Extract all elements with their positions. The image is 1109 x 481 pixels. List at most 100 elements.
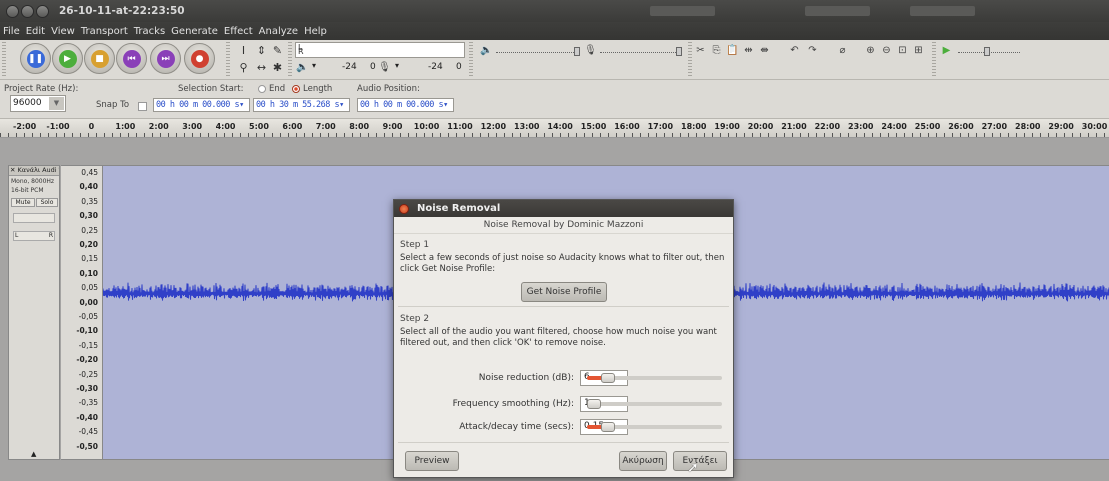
ruler-tick-label: 30:00 xyxy=(1081,122,1108,131)
menu-help[interactable]: Help xyxy=(304,26,327,37)
skip-end-button[interactable]: ⏭ xyxy=(150,43,181,74)
paste-icon[interactable]: 📋 xyxy=(726,44,739,57)
close-icon[interactable] xyxy=(399,203,409,214)
record-volume-slider[interactable] xyxy=(600,52,680,53)
ruler-tick-label: 17:00 xyxy=(647,122,674,131)
copy-icon[interactable]: ⎘ xyxy=(710,44,723,57)
project-rate-select[interactable]: 96000 ▼ xyxy=(10,95,66,112)
ruler-minor-ticks xyxy=(0,133,1109,137)
selection-length-input[interactable]: 00 h 30 m 55.268 s▾ xyxy=(253,98,350,112)
menu-effect[interactable]: Effect xyxy=(224,26,253,37)
toolbar-grip[interactable] xyxy=(2,42,6,78)
pan-right-label: R xyxy=(48,232,53,239)
project-rate-value: 96000 xyxy=(13,98,42,108)
step2-text: Select all of the audio you want filtere… xyxy=(400,327,717,348)
play-speed-knob[interactable] xyxy=(984,47,990,56)
menu-view[interactable]: View xyxy=(51,26,75,37)
ruler-tick-label: 7:00 xyxy=(315,122,336,131)
selection-start-value: 00 h 00 m 00.000 s xyxy=(156,100,240,110)
chevron-down-icon[interactable]: ▾ xyxy=(395,61,399,70)
snap-to-checkbox[interactable] xyxy=(138,102,147,111)
playback-volume-knob[interactable] xyxy=(574,47,580,56)
zoom-in-icon[interactable]: ⊕ xyxy=(864,44,877,57)
play-button[interactable]: ▶ xyxy=(52,43,83,74)
speaker-icon[interactable]: 🔈 xyxy=(296,61,309,74)
attack-decay-slider[interactable] xyxy=(587,422,722,432)
pause-button[interactable]: ❚❚ xyxy=(20,43,51,74)
vertical-ruler-label: -0,50 xyxy=(76,441,98,451)
toolbar-grip[interactable] xyxy=(226,42,230,78)
play-at-speed-icon[interactable]: ▶ xyxy=(940,44,953,57)
noise-reduction-slider[interactable] xyxy=(587,373,722,383)
get-noise-profile-button[interactable]: Get Noise Profile xyxy=(521,282,607,302)
stop-button[interactable]: ■ xyxy=(84,43,115,74)
trim-icon[interactable]: ⇹ xyxy=(742,44,755,57)
vertical-ruler-label: 0,35 xyxy=(81,196,98,206)
pan-slider[interactable]: L R xyxy=(13,231,55,241)
skip-start-button[interactable]: ⏮ xyxy=(116,43,147,74)
sync-lock-icon[interactable]: ⌀ xyxy=(836,44,849,57)
selection-start-input[interactable]: 00 h 00 m 00.000 s▾ xyxy=(153,98,250,112)
toolbar-grip[interactable] xyxy=(688,42,692,78)
title-bar-decoration xyxy=(910,6,975,16)
menu-generate[interactable]: Generate xyxy=(171,26,218,37)
audio-position-input[interactable]: 00 h 00 m 00.000 s▾ xyxy=(357,98,454,112)
redo-icon[interactable]: ↷ xyxy=(806,44,819,57)
ruler-tick-label: 13:00 xyxy=(514,122,540,131)
toolbar-grip[interactable] xyxy=(932,42,936,78)
record-button[interactable]: ● xyxy=(184,43,215,74)
snap-to-label: Snap To xyxy=(96,100,130,110)
zoom-tool-icon[interactable]: ⚲ xyxy=(236,60,251,75)
solo-button[interactable]: Solo xyxy=(36,198,58,207)
collapse-track-icon[interactable]: ▲ xyxy=(31,450,36,458)
track-name-menu[interactable]: ✕ Κανάλι Audi ▼ xyxy=(9,166,59,176)
end-label: End xyxy=(269,84,286,94)
menu-bar: File Edit View Transport Tracks Generate… xyxy=(0,22,1109,40)
menu-tracks[interactable]: Tracks xyxy=(134,26,165,37)
microphone-icon[interactable]: 🎙 xyxy=(378,61,391,74)
toolbar-grip[interactable] xyxy=(469,42,473,78)
close-window-button[interactable] xyxy=(6,4,19,18)
cut-icon[interactable]: ✂ xyxy=(694,44,707,57)
ruler-tick-label: 2:00 xyxy=(148,122,169,131)
timeline-ruler[interactable]: -2:00 -1:00 0 1:00 2:00 3:00 4:00 5:00 6:00 7:00 8… xyxy=(0,119,1109,138)
menu-edit[interactable]: Edit xyxy=(26,26,45,37)
playback-volume-slider[interactable] xyxy=(496,52,576,53)
multi-tool-icon[interactable]: ✱ xyxy=(270,60,285,75)
microphone-volume-icon: 🎙 xyxy=(584,45,597,56)
gain-slider[interactable] xyxy=(13,213,55,223)
meter-value: 0 xyxy=(370,62,376,72)
frequency-smoothing-slider[interactable] xyxy=(587,399,722,409)
menu-analyze[interactable]: Analyze xyxy=(259,26,298,37)
length-radio[interactable] xyxy=(292,85,300,93)
timeshift-tool-icon[interactable]: ↔ xyxy=(254,60,269,75)
frequency-smoothing-label: Frequency smoothing (Hz): xyxy=(452,399,574,409)
menu-transport[interactable]: Transport xyxy=(81,26,128,37)
noise-reduction-label: Noise reduction (dB): xyxy=(478,373,574,383)
selection-tool-icon[interactable]: I xyxy=(236,43,251,58)
maximize-window-button[interactable] xyxy=(36,4,49,18)
cancel-button[interactable]: Ακύρωση xyxy=(619,451,667,471)
draw-tool-icon[interactable]: ✎ xyxy=(270,43,285,58)
playback-meter-right[interactable]: R xyxy=(295,47,465,58)
zoom-out-icon[interactable]: ⊖ xyxy=(880,44,893,57)
silence-icon[interactable]: ⇼ xyxy=(758,44,771,57)
minimize-window-button[interactable] xyxy=(21,4,34,18)
fit-selection-icon[interactable]: ⊡ xyxy=(896,44,909,57)
preview-button[interactable]: Preview xyxy=(405,451,459,471)
ruler-tick-label: 9:00 xyxy=(382,122,403,131)
record-volume-knob[interactable] xyxy=(676,47,682,56)
menu-file[interactable]: File xyxy=(3,26,20,37)
chevron-down-icon[interactable]: ▾ xyxy=(312,61,316,70)
mute-button[interactable]: Mute xyxy=(11,198,35,207)
end-radio[interactable] xyxy=(258,85,266,93)
vertical-ruler-label: -0,05 xyxy=(78,312,98,321)
toolbar-grip[interactable] xyxy=(288,42,292,78)
undo-icon[interactable]: ↶ xyxy=(788,44,801,57)
fit-project-icon[interactable]: ⊞ xyxy=(912,44,925,57)
vertical-ruler-label: -0,45 xyxy=(78,427,98,437)
chevron-down-icon[interactable]: ▼ xyxy=(49,97,64,110)
ruler-tick-label: 27:00 xyxy=(981,122,1008,131)
ok-button[interactable]: Εντάξει xyxy=(673,451,727,471)
envelope-tool-icon[interactable]: ⇕ xyxy=(254,43,269,58)
